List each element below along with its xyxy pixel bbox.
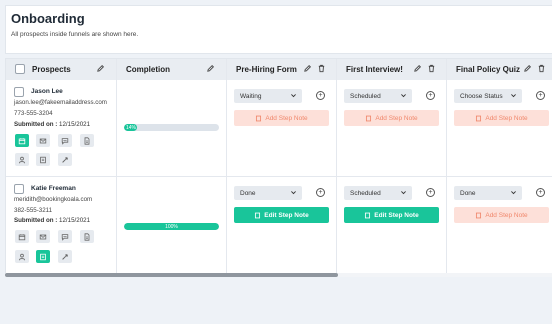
column-divider <box>336 59 337 275</box>
column-step1-label: Pre-Hiring Form <box>236 65 297 74</box>
step-note-label: Edit Step Note <box>264 211 309 219</box>
add-step-note-button[interactable]: Add Step Note <box>454 110 549 126</box>
chevron-down-icon <box>511 94 516 98</box>
step-note-label: Add Step Note <box>485 114 528 122</box>
plus-icon[interactable]: + <box>316 188 325 197</box>
mail-icon[interactable] <box>36 230 50 243</box>
person-icon[interactable] <box>15 153 29 166</box>
onboarding-board: Prospects Completion Pre-Hiring Form Fir… <box>5 58 552 276</box>
step-note-label: Add Step Note <box>265 114 308 122</box>
add-step-note-button[interactable]: Add Step Note <box>234 110 329 126</box>
plus-icon[interactable]: + <box>536 188 545 197</box>
calendar-icon[interactable] <box>15 230 29 243</box>
submitted-date: 12/15/2021 <box>59 121 91 128</box>
pencil-icon[interactable] <box>413 64 422 73</box>
person-icon[interactable] <box>15 250 29 263</box>
column-step3-label: Final Policy Quiz <box>456 65 521 74</box>
step-status-value: Scheduled <box>350 189 381 197</box>
note-icon <box>255 212 261 218</box>
step-note-label: Edit Step Note <box>374 211 419 219</box>
trash-icon[interactable] <box>537 64 546 73</box>
step3-status-select[interactable]: Choose Status <box>454 89 522 103</box>
note-icon <box>256 115 262 121</box>
prospect-phone: 382-555-3211 <box>14 207 53 214</box>
note-icon <box>476 212 482 218</box>
trash-icon[interactable] <box>317 64 326 73</box>
progress-label: 100% <box>124 223 219 230</box>
plus-icon[interactable]: + <box>536 91 545 100</box>
step1-status-select[interactable]: Done <box>234 186 302 200</box>
select-all-checkbox[interactable] <box>15 64 25 74</box>
submitted-label: Submitted on : <box>14 121 58 128</box>
pencil-icon[interactable] <box>96 64 105 73</box>
note-icon <box>476 115 482 121</box>
add-step-note-button[interactable]: Add Step Note <box>344 110 439 126</box>
step2-status-select[interactable]: Scheduled <box>344 89 412 103</box>
document-icon[interactable] <box>80 134 94 147</box>
prospect-email: meridith@bookingkoala.com <box>14 196 93 203</box>
completion-progress-bar: 100% <box>124 223 219 230</box>
note-icon <box>365 212 371 218</box>
completion-progress-bar: 14% <box>124 124 219 131</box>
horizontal-scrollbar-thumb[interactable] <box>5 273 338 277</box>
page-title: Onboarding <box>11 11 85 26</box>
column-divider <box>226 59 227 275</box>
column-divider <box>446 59 447 275</box>
step-status-value: Scheduled <box>350 92 381 100</box>
row-checkbox[interactable] <box>14 87 24 97</box>
page-header <box>5 5 552 54</box>
plus-icon[interactable]: + <box>426 188 435 197</box>
chevron-down-icon <box>291 94 296 98</box>
trash-icon[interactable] <box>427 64 436 73</box>
prospect-name[interactable]: Jason Lee <box>31 88 63 95</box>
step-status-value: Waiting <box>240 92 262 100</box>
step-status-value: Done <box>460 189 476 197</box>
submitted-label: Submitted on : <box>14 217 58 224</box>
chevron-down-icon <box>401 191 406 195</box>
column-prospects-label: Prospects <box>32 65 71 74</box>
chevron-down-icon <box>511 191 516 195</box>
prospect-name[interactable]: Katie Freeman <box>31 185 76 192</box>
column-divider <box>116 59 117 275</box>
pencil-icon[interactable] <box>523 64 532 73</box>
edit-step-note-button[interactable]: Edit Step Note <box>234 207 329 223</box>
step-status-value: Choose Status <box>460 92 503 100</box>
prospect-submitted: Submitted on : 12/15/2021 <box>14 121 90 128</box>
pencil-icon[interactable] <box>206 64 215 73</box>
progress-label: 14% <box>124 124 138 131</box>
calendar-icon[interactable] <box>15 134 29 147</box>
add-step-note-button[interactable]: Add Step Note <box>454 207 549 223</box>
chevron-down-icon <box>401 94 406 98</box>
prospect-phone: 773-555-3204 <box>14 110 53 117</box>
note-icon[interactable] <box>36 153 50 166</box>
row-divider <box>6 176 552 177</box>
step2-status-select[interactable]: Scheduled <box>344 186 412 200</box>
step-note-label: Add Step Note <box>485 211 528 219</box>
tools-icon[interactable] <box>58 153 72 166</box>
prospect-email: jason.lee@fakeemailaddress.com <box>14 99 107 106</box>
plus-icon[interactable]: + <box>316 91 325 100</box>
page-subtitle: All prospects inside funnels are shown h… <box>11 31 139 38</box>
step3-status-select[interactable]: Done <box>454 186 522 200</box>
column-completion-label: Completion <box>126 65 170 74</box>
edit-step-note-button[interactable]: Edit Step Note <box>344 207 439 223</box>
pencil-icon[interactable] <box>303 64 312 73</box>
step1-status-select[interactable]: Waiting <box>234 89 302 103</box>
prospect-submitted: Submitted on : 12/15/2021 <box>14 217 90 224</box>
plus-icon[interactable]: + <box>426 91 435 100</box>
tools-icon[interactable] <box>58 250 72 263</box>
document-icon[interactable] <box>80 230 94 243</box>
mail-icon[interactable] <box>36 134 50 147</box>
column-step2-label: First Interview! <box>346 65 403 74</box>
row-checkbox[interactable] <box>14 184 24 194</box>
chat-icon[interactable] <box>58 134 72 147</box>
note-icon[interactable] <box>36 250 50 263</box>
submitted-date: 12/15/2021 <box>59 217 91 224</box>
chevron-down-icon <box>291 191 296 195</box>
step-note-label: Add Step Note <box>375 114 418 122</box>
chat-icon[interactable] <box>58 230 72 243</box>
step-status-value: Done <box>240 189 256 197</box>
note-icon <box>366 115 372 121</box>
